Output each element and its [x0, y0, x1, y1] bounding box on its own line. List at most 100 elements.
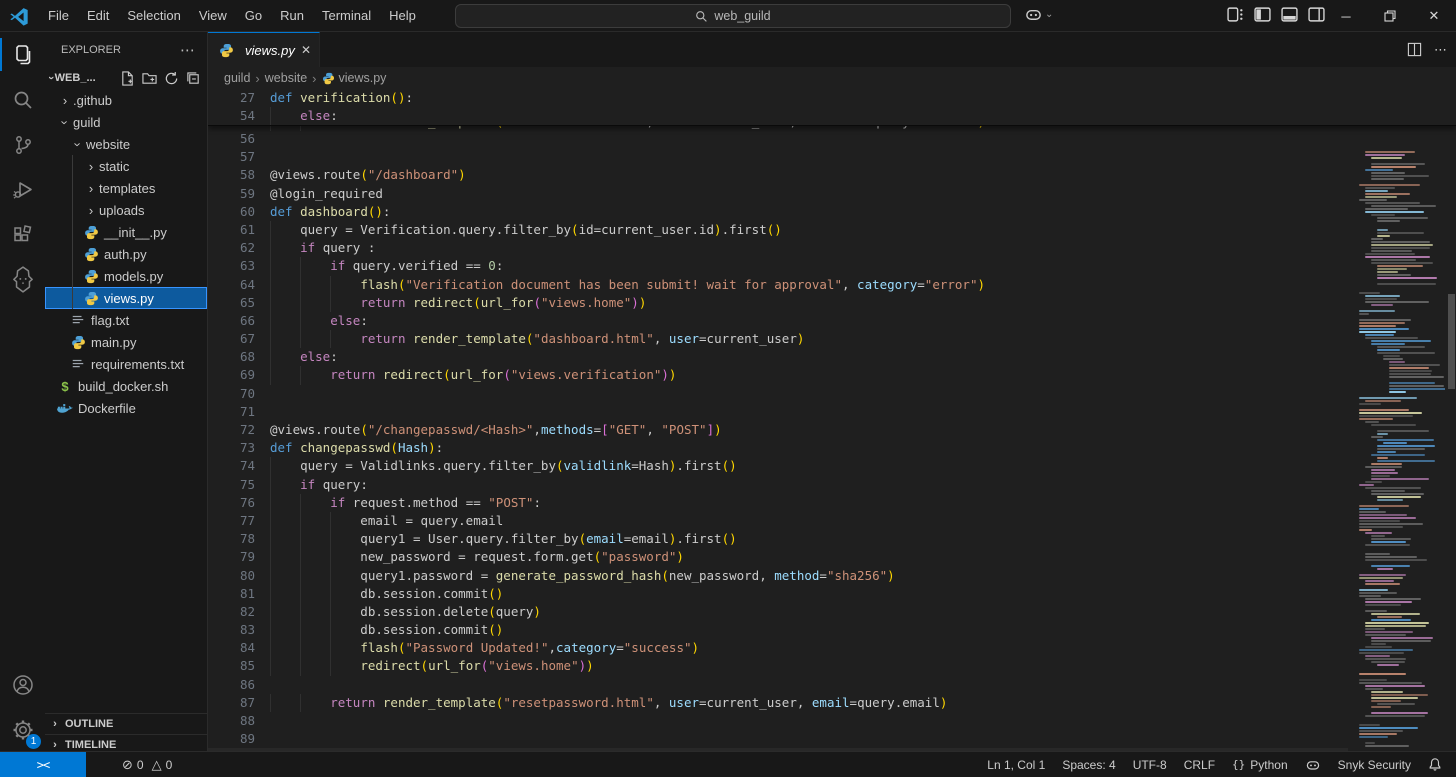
menu-item-selection[interactable]: Selection [118, 5, 189, 27]
status-indentation[interactable]: Spaces: 4 [1062, 758, 1115, 772]
copilot-menu[interactable]: ⌄ [1024, 5, 1053, 24]
status-notifications[interactable] [1428, 757, 1442, 772]
tree-item-static[interactable]: ›static [45, 155, 207, 177]
code-line-56[interactable]: 56 [208, 130, 1348, 148]
run-and-debug-icon[interactable] [0, 167, 45, 212]
code-line-80[interactable]: 80 query1.password = generate_password_h… [208, 567, 1348, 585]
code-lines[interactable]: 565758@views.route("/dashboard")59@login… [208, 130, 1348, 751]
extensions-icon[interactable] [0, 212, 45, 257]
code-line-87[interactable]: 87 return render_template("resetpassword… [208, 694, 1348, 712]
menu-item-edit[interactable]: Edit [78, 5, 118, 27]
code-line-69[interactable]: 69 return redirect(url_for("views.verifi… [208, 366, 1348, 384]
code-line-58[interactable]: 58@views.route("/dashboard") [208, 166, 1348, 184]
code-line-68[interactable]: 68 else: [208, 348, 1348, 366]
line-number[interactable]: 66 [208, 312, 255, 330]
line-number[interactable]: 69 [208, 366, 255, 384]
scrollbar-thumb[interactable] [1448, 294, 1455, 389]
line-number[interactable]: 54 [208, 107, 255, 125]
line-number[interactable]: 73 [208, 439, 255, 457]
code-line-64[interactable]: 64 flash("Verification document has been… [208, 276, 1348, 294]
code-line-86[interactable]: 86 [208, 676, 1348, 694]
line-number[interactable]: 81 [208, 585, 255, 603]
line-number[interactable]: 62 [208, 239, 255, 257]
code-line-73[interactable]: 73def changepasswd(Hash): [208, 439, 1348, 457]
line-number[interactable]: 59 [208, 185, 255, 203]
code-line-76[interactable]: 76 if request.method == "POST": [208, 494, 1348, 512]
line-number[interactable]: 56 [208, 130, 255, 148]
status-eol[interactable]: CRLF [1184, 758, 1215, 772]
line-number[interactable]: 68 [208, 348, 255, 366]
tree-item-requirements.txt[interactable]: requirements.txt [45, 353, 207, 375]
status-cursor-position[interactable]: Ln 1, Col 1 [987, 758, 1045, 772]
snyk-security-icon[interactable] [0, 257, 45, 302]
problems-status[interactable]: ⊘ 0 △ 0 [122, 757, 172, 773]
code-line-57[interactable]: 57 [208, 148, 1348, 166]
tab-close-icon[interactable]: ✕ [301, 43, 311, 57]
code-line-84[interactable]: 84 flash("Password Updated!",category="s… [208, 639, 1348, 657]
code-line-83[interactable]: 83 db.session.commit() [208, 621, 1348, 639]
status-encoding[interactable]: UTF-8 [1133, 758, 1167, 772]
tree-item-templates[interactable]: ›templates [45, 177, 207, 199]
code-line-27[interactable]: 27def verification(): [208, 89, 1456, 107]
line-number[interactable]: 76 [208, 494, 255, 512]
line-number[interactable]: 80 [208, 567, 255, 585]
line-number[interactable]: 58 [208, 166, 255, 184]
line-number[interactable]: 79 [208, 548, 255, 566]
line-number[interactable]: 82 [208, 603, 255, 621]
tree-item-main.py[interactable]: main.py [45, 331, 207, 353]
code-line-67[interactable]: 67 return render_template("dashboard.htm… [208, 330, 1348, 348]
line-number[interactable]: 86 [208, 676, 255, 694]
code-line-71[interactable]: 71 [208, 403, 1348, 421]
new-file-icon[interactable] [120, 71, 135, 86]
tree-item-views.py[interactable]: views.py [45, 287, 207, 309]
breadcrumb-item-views.py[interactable]: views.py [322, 71, 387, 85]
code-line-74[interactable]: 74 query = Validlinks.query.filter_by(va… [208, 457, 1348, 475]
tree-item-models.py[interactable]: models.py [45, 265, 207, 287]
line-number[interactable]: 75 [208, 476, 255, 494]
line-number[interactable]: 77 [208, 512, 255, 530]
code-line-55[interactable]: 55 return render_template("verification.… [208, 126, 1456, 131]
code-line-77[interactable]: 77 email = query.email [208, 512, 1348, 530]
code-line-54[interactable]: 54 else: [208, 107, 1456, 125]
line-number[interactable]: 63 [208, 257, 255, 275]
code-line-61[interactable]: 61 query = Verification.query.filter_by(… [208, 221, 1348, 239]
menu-item-run[interactable]: Run [271, 5, 313, 27]
line-number[interactable]: 88 [208, 712, 255, 730]
customize-layout-icon[interactable] [1226, 5, 1245, 24]
code-line-78[interactable]: 78 query1 = User.query.filter_by(email=e… [208, 530, 1348, 548]
tab-views-py[interactable]: views.py ✕ [208, 32, 320, 67]
line-number[interactable]: 60 [208, 203, 255, 221]
explorer-icon[interactable] [0, 32, 45, 77]
code-line-85[interactable]: 85 redirect(url_for("views.home")) [208, 657, 1348, 675]
sidebar-more-icon[interactable]: ⋯ [180, 41, 195, 59]
code-line-88[interactable]: 88 [208, 712, 1348, 730]
menu-item-file[interactable]: File [39, 5, 78, 27]
status-snyk-security[interactable]: Snyk Security [1338, 758, 1411, 772]
tree-item-uploads[interactable]: ›uploads [45, 199, 207, 221]
line-number[interactable]: 71 [208, 403, 255, 421]
code-line-62[interactable]: 62 if query : [208, 239, 1348, 257]
menu-item-help[interactable]: Help [380, 5, 425, 27]
refresh-icon[interactable] [164, 71, 179, 86]
minimize-button[interactable]: ─ [1324, 0, 1368, 32]
line-number[interactable]: 27 [208, 89, 255, 107]
more-actions-icon[interactable]: ⋯ [1434, 42, 1448, 58]
tree-item-flag.txt[interactable]: flag.txt [45, 309, 207, 331]
line-number[interactable]: 57 [208, 148, 255, 166]
code-line-65[interactable]: 65 return redirect(url_for("views.home")… [208, 294, 1348, 312]
toggle-primary-sidebar-icon[interactable] [1253, 5, 1272, 24]
collapse-all-icon[interactable] [186, 71, 201, 86]
remote-indicator[interactable]: >< [0, 752, 86, 777]
settings-gear-icon[interactable]: 1 [0, 707, 45, 752]
line-number[interactable]: 89 [208, 730, 255, 748]
tree-item-__init__.py[interactable]: __init__.py [45, 221, 207, 243]
close-window-button[interactable]: ✕ [1412, 0, 1456, 32]
status-language-mode[interactable]: {}Python [1232, 758, 1288, 772]
menu-item-terminal[interactable]: Terminal [313, 5, 380, 27]
code-line-82[interactable]: 82 db.session.delete(query) [208, 603, 1348, 621]
breadcrumb-item-website[interactable]: website [265, 71, 307, 85]
code-editor[interactable]: 27def verification():54 else: 55 return … [208, 89, 1456, 751]
code-line-72[interactable]: 72@views.route("/changepasswd/<Hash>",me… [208, 421, 1348, 439]
accounts-icon[interactable] [0, 662, 45, 707]
command-center-search[interactable]: web_guild [455, 4, 1011, 28]
